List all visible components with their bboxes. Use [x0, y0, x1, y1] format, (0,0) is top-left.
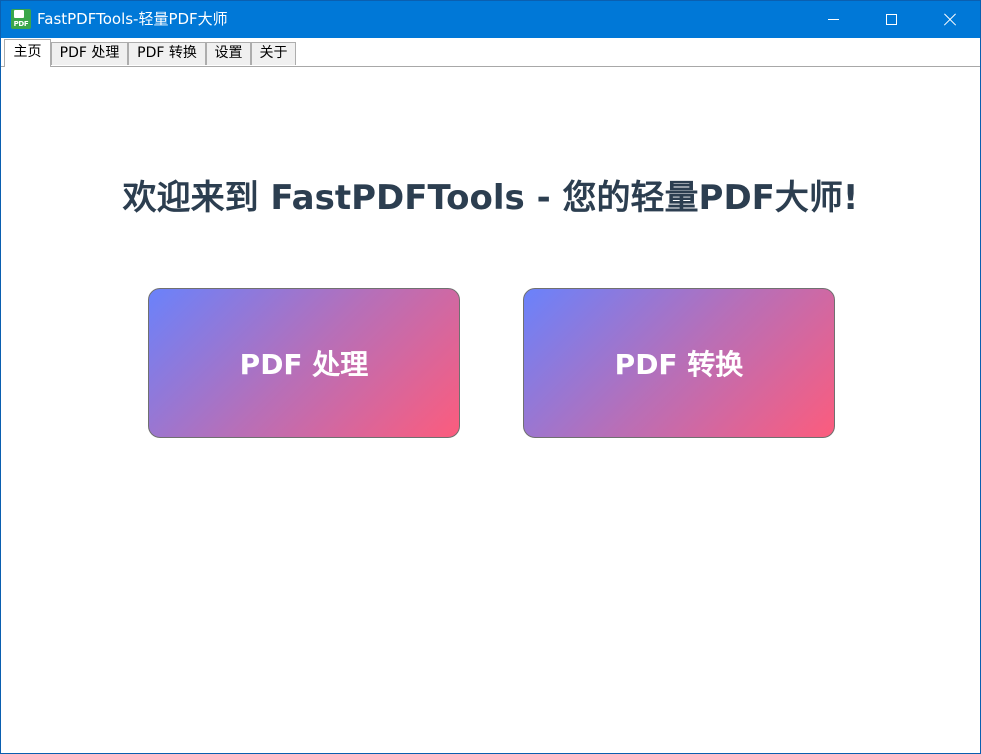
- pdf-process-button[interactable]: PDF 处理: [148, 288, 460, 438]
- title-bar[interactable]: PDF FastPDFTools-轻量PDF大师: [1, 1, 980, 38]
- tab-settings[interactable]: 设置: [206, 42, 251, 65]
- minimize-icon: [828, 19, 839, 20]
- tab-pdf-process[interactable]: PDF 处理: [51, 42, 128, 65]
- tab-home[interactable]: 主页: [4, 39, 51, 67]
- close-icon: [944, 14, 956, 26]
- tab-bar: 主页 PDF 处理 PDF 转换 设置 关于: [1, 38, 980, 67]
- app-window: PDF FastPDFTools-轻量PDF大师 主页 PDF 处理 PDF 转…: [0, 0, 981, 754]
- window-title: FastPDFTools-轻量PDF大师: [37, 10, 228, 28]
- pdf-convert-button[interactable]: PDF 转换: [523, 288, 835, 438]
- pdf-sheet-icon: [14, 10, 24, 18]
- welcome-heading: 欢迎来到 FastPDFTools - 您的轻量PDF大师!: [122, 178, 859, 218]
- tab-pdf-convert[interactable]: PDF 转换: [128, 42, 206, 65]
- maximize-icon: [886, 14, 897, 25]
- close-button[interactable]: [921, 1, 979, 38]
- tab-about[interactable]: 关于: [251, 42, 296, 65]
- app-pdf-icon: PDF: [11, 9, 31, 29]
- app-icon-text: PDF: [13, 20, 29, 28]
- minimize-button[interactable]: [804, 1, 862, 38]
- maximize-button[interactable]: [862, 1, 920, 38]
